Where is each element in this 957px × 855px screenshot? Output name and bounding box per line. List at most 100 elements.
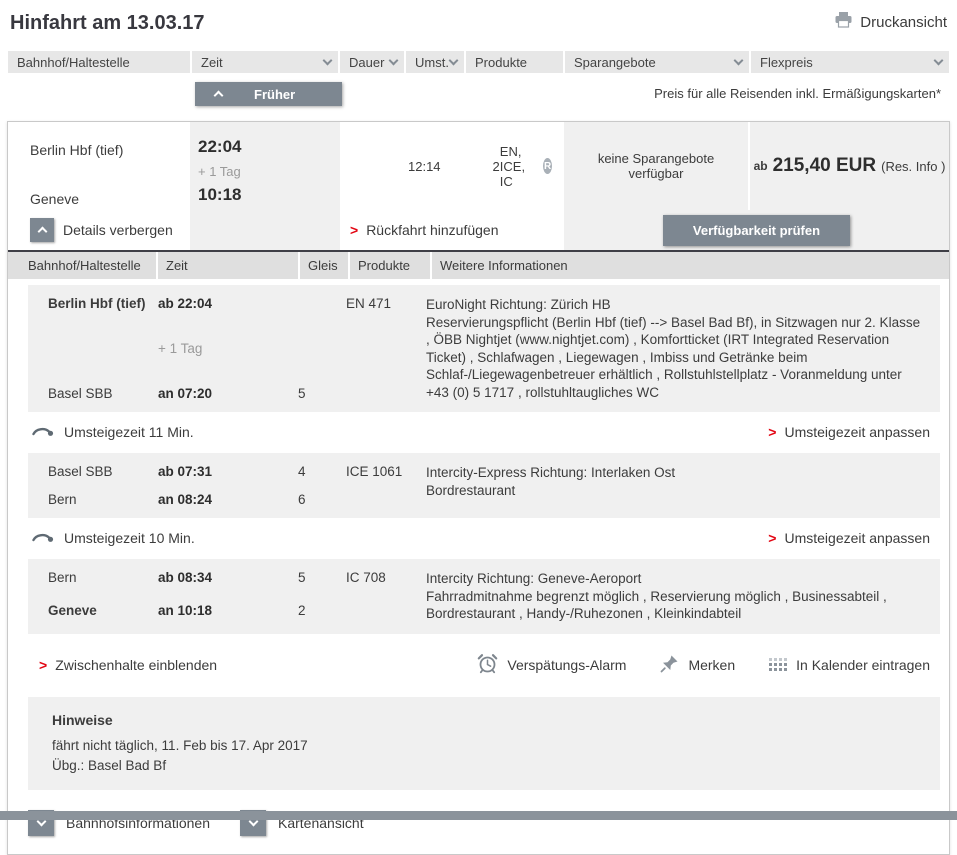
leg-arr-time: an 08:24 <box>158 492 298 507</box>
chevron-up-icon <box>214 91 224 101</box>
price-note: Preis für alle Reisenden inkl. Ermäßigun… <box>654 86 941 101</box>
leg-train-number: EN 471 <box>346 296 426 311</box>
col-header-info: Weitere Informationen <box>432 252 949 279</box>
journey-details-page: Hinfahrt am 13.03.17 Druckansicht Bahnho… <box>0 0 957 855</box>
summary-departure-time: 22:04 <box>198 137 340 157</box>
leg-arr-station: Basel SBB <box>48 386 158 401</box>
transfer-info: Umsteigezeit 10 Min. <box>31 530 195 546</box>
filter-products: Produkte <box>466 51 563 73</box>
leg-dep-station: Basel SBB <box>48 464 158 479</box>
print-view-link[interactable]: Druckansicht <box>834 12 947 32</box>
summary-duration: 12:14 <box>408 159 441 174</box>
notes-text: fährt nicht täglich, 11. Feb bis 17. Apr… <box>52 736 928 777</box>
red-arrow-icon: > <box>39 658 47 672</box>
actions-right: Verspätungs-Alarm Merken <box>477 653 930 677</box>
journey-leg-2: Basel SBB ab 07:31 4 ICE 1061 Bern an 08… <box>28 453 940 518</box>
leg-arr-platform: 6 <box>298 492 346 507</box>
leg-arr-station: Bern <box>48 492 158 507</box>
red-arrow-icon: > <box>768 531 776 545</box>
leg-arr-platform: 2 <box>298 603 346 623</box>
leg-arr-time: an 10:18 <box>158 603 298 618</box>
actions-row: > Zwischenhalte einblenden Verspätungs-A… <box>36 647 940 683</box>
show-stops-link[interactable]: > Zwischenhalte einblenden <box>39 657 217 673</box>
adjust-transfer-link[interactable]: > Umsteigezeit anpassen <box>768 530 930 546</box>
check-availability-button[interactable]: Verfügbarkeit prüfen <box>663 215 850 246</box>
add-to-calendar-link[interactable]: In Kalender eintragen <box>769 657 930 673</box>
leg-info: EuroNight Richtung: Zürich HB Reservieru… <box>426 296 930 401</box>
summary-from-station: Berlin Hbf (tief) <box>30 142 190 158</box>
chevron-down-icon <box>449 56 459 66</box>
price-prefix: ab <box>754 159 768 173</box>
leg-info: Intercity-Express Richtung: Interlaken O… <box>426 464 930 507</box>
summary-to-station: Geneve <box>30 191 190 207</box>
chevron-down-icon <box>323 56 333 66</box>
transfer-icon <box>31 530 54 546</box>
col-header-platform: Gleis <box>300 252 348 279</box>
printer-icon <box>834 12 853 32</box>
reservation-info-link[interactable]: (Res. Info ) <box>881 159 945 174</box>
col-header-time: Zeit <box>158 252 298 279</box>
page-bottom-bar <box>0 811 957 820</box>
leg-day-offset: + 1 Tag <box>158 341 298 356</box>
pushpin-icon <box>660 654 679 676</box>
delay-alarm-link[interactable]: Verspätungs-Alarm <box>477 653 626 677</box>
notes-title: Hinweise <box>52 712 928 728</box>
filter-station: Bahnhof/Haltestelle <box>8 51 190 73</box>
leg-dep-platform: 4 <box>298 464 346 479</box>
leg-dep-time: ab 07:31 <box>158 464 298 479</box>
transfer-time-label: Umsteigezeit 10 Min. <box>64 530 195 546</box>
sort-filter-bar: Bahnhof/Haltestelle Zeit Dauer Umst. Pro… <box>8 51 949 73</box>
filter-time[interactable]: Zeit <box>192 51 338 73</box>
filter-duration[interactable]: Dauer <box>340 51 404 73</box>
calendar-grid-icon <box>769 658 787 671</box>
transfer-icon <box>31 424 54 440</box>
details-toggle[interactable]: Details verbergen <box>8 210 190 250</box>
leg-train-number: ICE 1061 <box>346 464 426 479</box>
filter-saver-fares[interactable]: Sparangebote <box>565 51 749 73</box>
connection-summary: Berlin Hbf (tief) Geneve 22:04 + 1 Tag 1… <box>8 122 949 250</box>
chevron-down-icon <box>934 56 944 66</box>
transfer-time-label: Umsteigezeit 11 Min. <box>64 424 194 440</box>
leg-dep-time: ab 08:34 <box>158 570 298 590</box>
details-toggle-label: Details verbergen <box>63 222 173 238</box>
chevron-down-icon <box>389 56 399 66</box>
bookmark-link[interactable]: Merken <box>660 654 735 676</box>
col-header-products: Produkte <box>350 252 430 279</box>
chevron-up-icon <box>37 227 47 237</box>
adjust-transfer-link[interactable]: > Umsteigezeit anpassen <box>768 424 930 440</box>
subbar: Früher Preis für alle Reisenden inkl. Er… <box>8 82 949 116</box>
leg-arr-platform: 5 <box>298 386 346 401</box>
reservation-badge-icon: R <box>543 158 552 174</box>
filter-changes[interactable]: Umst. <box>406 51 464 73</box>
transfer-info: Umsteigezeit 11 Min. <box>31 424 194 440</box>
summary-changes: 2 <box>493 159 500 174</box>
journey-leg-3: Bern ab 08:34 5 IC 708 Geneve an 10:18 2… <box>28 559 940 634</box>
summary-return-cell: > Rückfahrt hinzufügen <box>340 210 564 250</box>
leg-arr-time: an 07:20 <box>158 386 298 401</box>
leg-dep-platform <box>298 296 346 311</box>
summary-price: ab 215,40 EUR (Res. Info ) <box>748 122 949 210</box>
alarm-clock-icon <box>477 653 498 677</box>
page-title: Hinfahrt am 13.03.17 <box>10 12 205 35</box>
detail-table-header: Bahnhof/Haltestelle Zeit Gleis Produkte … <box>8 250 949 279</box>
leg-dep-station: Bern <box>48 570 158 590</box>
summary-check-cell: Verfügbarkeit prüfen <box>564 210 949 250</box>
add-return-link[interactable]: > Rückfahrt hinzufügen <box>350 222 499 238</box>
leg-info: Intercity Richtung: Geneve-Aeroport Fahr… <box>426 570 930 623</box>
filter-flex-fare[interactable]: Flexpreis <box>751 51 949 73</box>
red-arrow-icon: > <box>768 425 776 439</box>
chevron-down-icon <box>734 56 744 66</box>
col-header-station: Bahnhof/Haltestelle <box>8 252 156 279</box>
details-toggle-button[interactable] <box>30 218 54 242</box>
red-arrow-icon: > <box>350 223 358 237</box>
notes-box: Hinweise fährt nicht täglich, 11. Feb bi… <box>28 697 940 791</box>
connection-card: Berlin Hbf (tief) Geneve 22:04 + 1 Tag 1… <box>7 121 950 855</box>
summary-day-offset: + 1 Tag <box>198 164 340 179</box>
topbar: Hinfahrt am 13.03.17 Druckansicht <box>0 0 957 45</box>
earlier-button[interactable]: Früher <box>195 82 342 106</box>
leg-dep-station: Berlin Hbf (tief) <box>48 296 158 311</box>
leg-dep-time: ab 22:04 <box>158 296 298 311</box>
transfer-row-1: Umsteigezeit 11 Min. > Umsteigezeit anpa… <box>28 417 940 447</box>
print-view-label: Druckansicht <box>860 14 947 31</box>
journey-leg-1: Berlin Hbf (tief) ab 22:04 EN 471 + 1 Ta… <box>28 285 940 412</box>
